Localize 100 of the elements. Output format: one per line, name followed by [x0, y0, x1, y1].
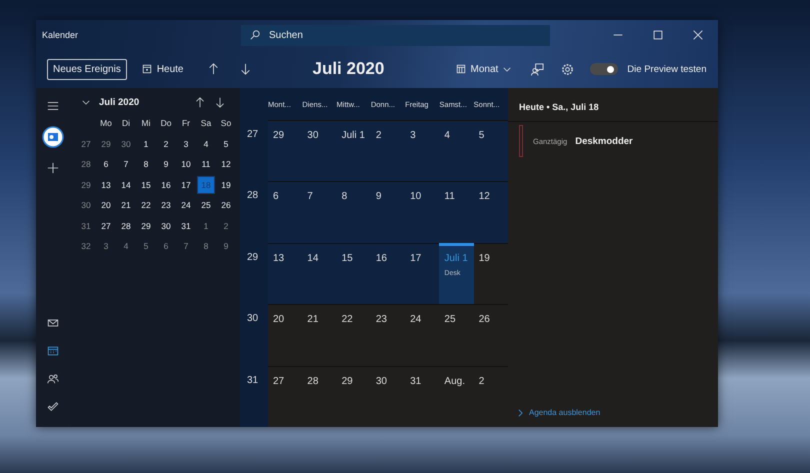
search-icon: [250, 30, 260, 40]
mini-calendar-day[interactable]: 3: [176, 134, 196, 154]
up-arrow-icon[interactable]: [195, 96, 205, 108]
person-feedback-icon[interactable]: [531, 62, 544, 76]
mini-calendar-day[interactable]: 29: [136, 216, 156, 236]
mini-calendar-day[interactable]: 26: [216, 195, 236, 216]
day-cell[interactable]: Juli 1: [336, 120, 371, 182]
menu-icon[interactable]: [47, 100, 59, 112]
view-dropdown[interactable]: Monat: [452, 60, 514, 78]
day-number: 14: [307, 252, 320, 264]
day-cell[interactable]: 5: [474, 120, 508, 182]
day-cell[interactable]: 29: [268, 120, 302, 182]
mini-calendar-day[interactable]: 17: [176, 174, 196, 195]
today-button[interactable]: Heute: [138, 60, 186, 78]
day-cell[interactable]: 23: [370, 304, 406, 366]
day-cell[interactable]: 27: [268, 366, 302, 428]
mini-calendar-day[interactable]: 30: [156, 216, 176, 236]
mini-calendar-day[interactable]: 4: [196, 134, 216, 154]
day-cell[interactable]: 3: [405, 120, 440, 182]
mini-calendar-day[interactable]: 10: [176, 154, 196, 174]
mini-calendar-day[interactable]: 21: [116, 195, 136, 216]
search-field[interactable]: Suchen: [241, 24, 550, 46]
day-cell[interactable]: 30: [370, 366, 406, 428]
mini-calendar-day[interactable]: 14: [116, 174, 136, 195]
day-cell[interactable]: 21: [302, 304, 337, 366]
mini-calendar-day[interactable]: 20: [96, 195, 116, 216]
settings-icon[interactable]: [561, 62, 574, 76]
mini-calendar-day[interactable]: 8: [136, 154, 156, 174]
mini-calendar-day[interactable]: 13: [96, 174, 116, 195]
day-cell[interactable]: 29: [336, 366, 371, 428]
mini-calendar-day[interactable]: 23: [156, 195, 176, 216]
day-cell[interactable]: 30: [302, 120, 337, 182]
mini-calendar-day[interactable]: 31: [176, 216, 196, 236]
mini-calendar-day[interactable]: 29: [96, 134, 116, 154]
calendar-icon[interactable]: [47, 345, 59, 357]
day-cell[interactable]: 24: [405, 304, 440, 366]
add-icon[interactable]: [47, 162, 59, 174]
day-cell[interactable]: 13: [268, 242, 302, 304]
day-cell[interactable]: 8: [336, 181, 371, 243]
account-icon[interactable]: [42, 126, 64, 148]
day-cell[interactable]: 12: [474, 181, 508, 243]
day-cell[interactable]: 15: [336, 242, 371, 304]
mini-calendar-day[interactable]: 6: [96, 154, 116, 174]
checkmark-icon[interactable]: [47, 401, 59, 413]
day-cell[interactable]: 17: [405, 242, 440, 304]
mini-calendar-day[interactable]: 27: [96, 216, 116, 236]
day-cell[interactable]: 6: [268, 181, 302, 243]
mini-calendar-day[interactable]: 11: [196, 154, 216, 174]
mini-calendar-day[interactable]: 1: [196, 216, 216, 236]
day-cell[interactable]: 2: [370, 120, 406, 182]
down-arrow-icon[interactable]: [215, 96, 225, 108]
day-cell[interactable]: 14: [302, 242, 337, 304]
mini-calendar-day[interactable]: 5: [136, 236, 156, 256]
day-cell[interactable]: 4: [439, 120, 474, 182]
day-cell[interactable]: 9: [370, 181, 406, 243]
day-number: 28: [307, 376, 320, 387]
day-cell[interactable]: 2: [474, 366, 508, 428]
mail-icon[interactable]: [47, 317, 59, 329]
new-event-button[interactable]: Neues Ereignis: [47, 58, 127, 80]
mini-calendar-day[interactable]: 25: [196, 195, 216, 216]
mini-calendar-day[interactable]: 22: [136, 195, 156, 216]
day-cell[interactable]: 26: [474, 304, 508, 366]
down-arrow-icon[interactable]: [240, 63, 250, 75]
day-number: 6: [273, 191, 280, 202]
mini-calendar-day[interactable]: 2: [216, 216, 236, 236]
day-cell[interactable]: 19: [474, 242, 508, 304]
day-cell[interactable]: 31: [405, 366, 440, 428]
day-cell[interactable]: 25: [439, 304, 474, 366]
day-cell[interactable]: 7: [302, 181, 337, 243]
hide-agenda-link[interactable]: Agenda ausblenden: [508, 408, 718, 417]
mini-calendar-day[interactable]: 9: [156, 154, 176, 174]
mini-calendar-day[interactable]: 3: [96, 236, 116, 256]
mini-calendar-day[interactable]: 30: [116, 134, 136, 154]
up-arrow-icon[interactable]: [208, 63, 218, 75]
people-icon[interactable]: [47, 373, 59, 385]
day-cell[interactable]: 11: [439, 181, 474, 243]
day-cell[interactable]: 28: [302, 366, 337, 428]
event-title[interactable]: Deskmodder: [575, 136, 633, 146]
mini-calendar-day[interactable]: 19: [216, 174, 236, 195]
day-cell[interactable]: 20: [268, 304, 302, 366]
mini-calendar-day[interactable]: 24: [176, 195, 196, 216]
mini-calendar-day[interactable]: 2: [156, 134, 176, 154]
mini-calendar-day[interactable]: 28: [116, 216, 136, 236]
mini-calendar-day[interactable]: 4: [116, 236, 136, 256]
preview-toggle[interactable]: [590, 63, 618, 75]
day-cell[interactable]: 10: [405, 181, 440, 243]
mini-calendar-day[interactable]: 12: [216, 154, 236, 174]
mini-calendar-day[interactable]: 5: [216, 134, 236, 154]
day-cell[interactable]: 16: [370, 242, 406, 304]
mini-calendar-day[interactable]: 15: [136, 174, 156, 195]
mini-calendar-day[interactable]: 6: [156, 236, 176, 256]
mini-calendar-day[interactable]: 16: [156, 174, 176, 195]
collapse-chevron-icon[interactable]: [82, 100, 90, 104]
mini-calendar-day[interactable]: 9: [216, 236, 236, 256]
mini-calendar-day[interactable]: 7: [116, 154, 136, 174]
mini-calendar-day[interactable]: 7: [176, 236, 196, 256]
day-cell[interactable]: Aug.: [439, 366, 474, 428]
mini-calendar-day[interactable]: 8: [196, 236, 216, 256]
day-cell[interactable]: 22: [336, 304, 371, 366]
mini-calendar-day[interactable]: 1: [136, 134, 156, 154]
